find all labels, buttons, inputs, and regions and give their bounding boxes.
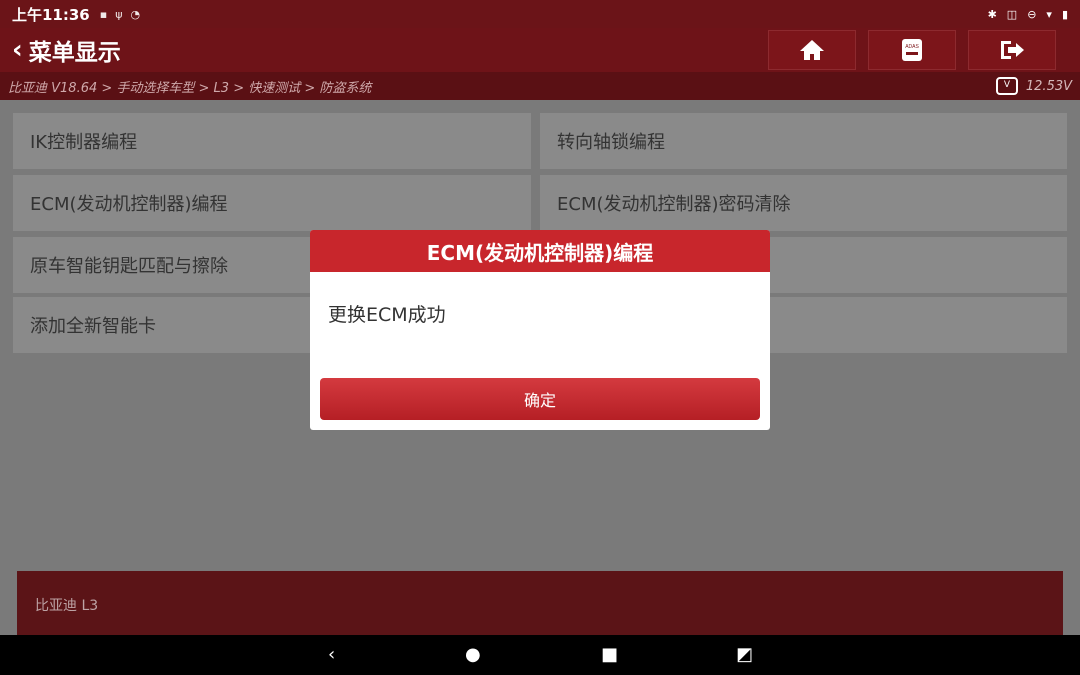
nav-back-icon[interactable]: ‹ [328,645,335,665]
notification-icon: ▪ [99,7,108,21]
vehicle-info-panel: 比亚迪 L3 [17,571,1063,635]
breadcrumb: 比亚迪 V18.64 > 手动选择车型 > L3 > 快速测试 > 防盗系统 1… [0,72,1080,100]
status-bar: 上午11:36 ▪ ψ ◔ ✱ ◫ ⊖ ▾ ▮ [0,0,1080,28]
home-button[interactable] [768,30,856,70]
menu-item[interactable]: IK控制器编程 [13,113,531,169]
status-time: 上午11:36 [12,5,90,24]
exit-icon [1001,41,1024,59]
battery-voltage-icon [995,77,1018,95]
battery-icon: ▮ [1061,7,1068,21]
svg-text:ADAS: ADAS [905,44,919,50]
menu-item-label: 转向轴锁编程 [557,132,665,153]
voltage-readout: 12.53V [1025,78,1072,94]
usb-icon: ψ [115,7,123,21]
breadcrumb-path: 比亚迪 V18.64 > 手动选择车型 > L3 > 快速测试 > 防盗系统 [8,80,372,96]
confirm-button[interactable]: 确定 [320,378,760,420]
menu-item-label: 原车智能钥匙匹配与擦除 [30,256,228,277]
bluetooth-icon: ✱ [987,7,997,21]
result-dialog: ECM(发动机控制器)编程 更换ECM成功 确定 [310,230,770,430]
menu-item-label: 添加全新智能卡 [30,316,156,337]
menu-item[interactable]: 转向轴锁编程 [540,113,1067,169]
adas-button[interactable]: ADAS [868,30,956,70]
dialog-message: 更换ECM成功 [328,304,446,326]
system-nav-bar: ‹ ● ■ ◩ [0,635,1080,675]
menu-item-label: ECM(发动机控制器)密码清除 [557,194,791,215]
dnd-icon: ⊖ [1027,7,1037,21]
page-title: 菜单显示 [28,40,121,66]
menu-item[interactable]: ECM(发动机控制器)编程 [13,175,531,231]
signal-icon: ▾ [1046,7,1052,21]
nav-recents-icon[interactable]: ■ [601,645,618,665]
menu-item-label: IK控制器编程 [30,132,138,153]
nav-home-icon[interactable]: ● [465,645,481,665]
adas-icon: ADAS [902,39,922,61]
chevron-left-icon[interactable]: ‹ [12,37,23,63]
app-header: ‹ 菜单显示 ADAS [0,28,1080,72]
exit-button[interactable] [968,30,1056,70]
vehicle-label: 比亚迪 L3 [35,598,99,614]
menu-item[interactable]: ECM(发动机控制器)密码清除 [540,175,1067,231]
menu-item-label: ECM(发动机控制器)编程 [30,194,228,215]
nav-screenshot-icon[interactable]: ◩ [736,645,753,665]
home-icon [800,40,824,60]
dialog-title: ECM(发动机控制器)编程 [310,230,770,272]
wifi-icon: ◔ [130,7,141,21]
vibrate-icon: ◫ [1006,7,1018,21]
